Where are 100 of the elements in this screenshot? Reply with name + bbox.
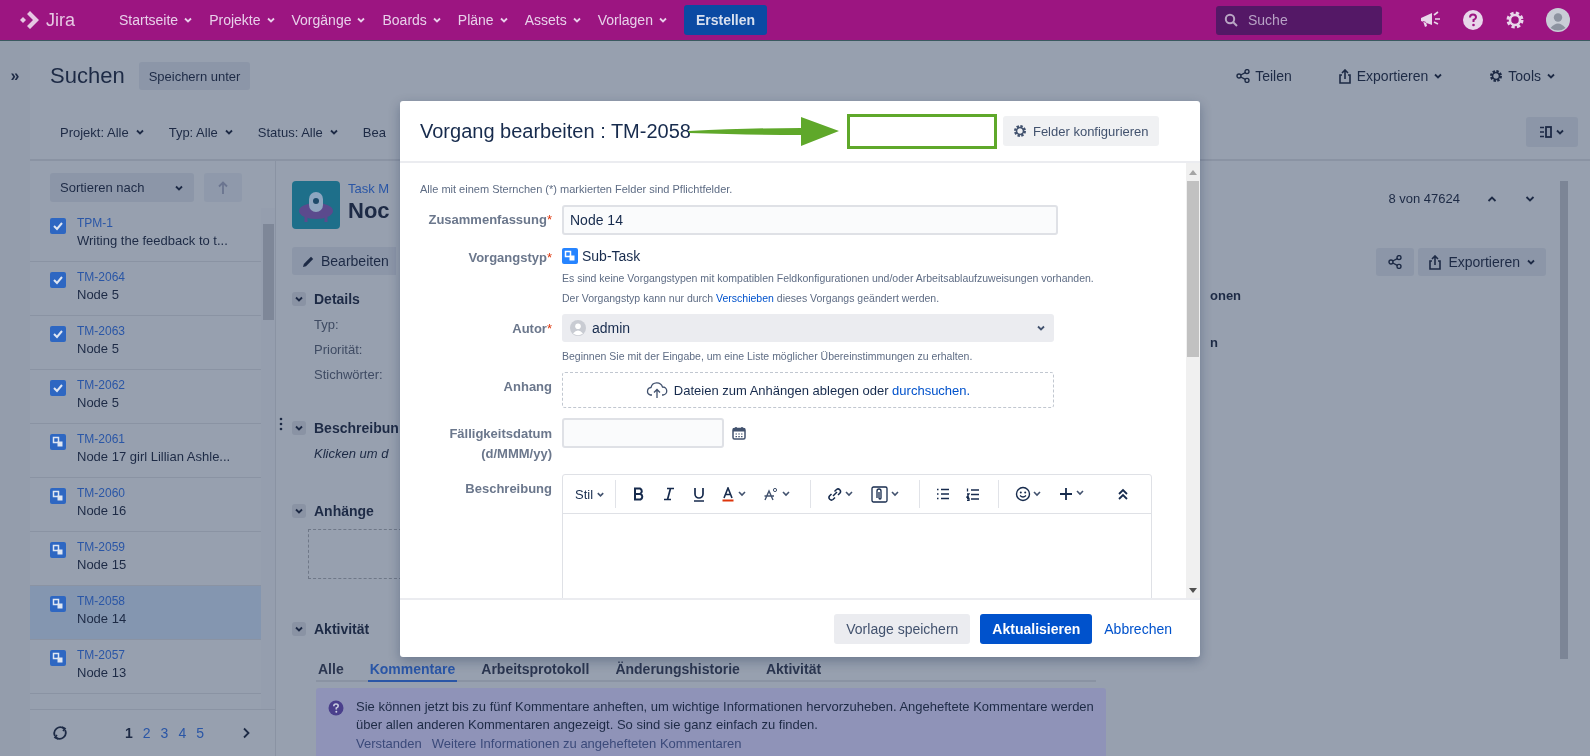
export-button[interactable]: Exportieren bbox=[1418, 248, 1546, 276]
issue-key[interactable]: TM-2063 bbox=[77, 324, 126, 338]
sort-dropdown[interactable]: Sortieren nach bbox=[50, 173, 194, 202]
nav-menu[interactable]: Vorlagen bbox=[591, 5, 674, 35]
banner-link[interactable]: Verstanden bbox=[356, 736, 422, 751]
scrollbar[interactable] bbox=[1560, 181, 1568, 659]
field-label: Vorgangstyp bbox=[468, 250, 547, 265]
project-avatar-icon bbox=[292, 181, 340, 229]
activity-tab[interactable]: Kommentare bbox=[367, 659, 458, 682]
search-input[interactable]: Suche bbox=[1248, 12, 1368, 28]
sidebar-expand-button[interactable]: » bbox=[10, 67, 20, 87]
avatar-icon[interactable] bbox=[1546, 8, 1570, 32]
required-note: Alle mit einem Sternchen (*) markierten Felder sind Pflichtfelder. bbox=[420, 183, 734, 195]
search-field[interactable]: Suche bbox=[1216, 5, 1382, 35]
attachment-icon[interactable] bbox=[871, 485, 902, 503]
author-select[interactable]: admin bbox=[562, 314, 1054, 342]
nav-menu[interactable]: Pläne bbox=[451, 5, 515, 35]
italic-icon[interactable] bbox=[662, 487, 677, 501]
share-button[interactable] bbox=[1376, 248, 1415, 276]
filter-dropdown[interactable]: Projekt: Alle bbox=[56, 124, 149, 140]
link-icon[interactable] bbox=[827, 486, 856, 502]
result-item[interactable]: TPM-1 Writing the feedback to t... bbox=[30, 208, 261, 262]
text-style-dropdown[interactable]: Stil bbox=[575, 486, 606, 502]
header-action-button[interactable]: Teilen bbox=[1230, 67, 1298, 85]
nav-menu[interactable]: Vorgänge bbox=[285, 5, 373, 35]
date-input[interactable] bbox=[562, 418, 724, 448]
scrollbar[interactable] bbox=[1186, 163, 1200, 598]
update-button[interactable]: Aktualisieren bbox=[980, 613, 1093, 644]
activity-tab[interactable]: Aktivität bbox=[763, 659, 824, 680]
section-header[interactable]: Aktivität bbox=[292, 621, 402, 637]
issue-key[interactable]: TM-2062 bbox=[77, 378, 126, 392]
attachment-drop-zone[interactable]: Dateien zum Anhängen ablegen oder durchsuchen. bbox=[562, 372, 1054, 408]
drag-handle-icon[interactable] bbox=[279, 417, 283, 431]
calendar-icon[interactable] bbox=[732, 426, 746, 440]
issue-key[interactable]: TPM-1 bbox=[77, 216, 228, 230]
search-icon[interactable] bbox=[1224, 13, 1238, 27]
header-action-button[interactable]: Tools bbox=[1483, 67, 1562, 85]
section-header[interactable]: Beschreibun bbox=[292, 420, 402, 436]
save-template-button[interactable]: Vorlage speichern bbox=[834, 613, 971, 644]
collapse-icon[interactable] bbox=[1117, 487, 1129, 501]
subtask-icon bbox=[50, 542, 66, 558]
nav-menu[interactable]: Startseite bbox=[113, 5, 200, 35]
nav-menu[interactable]: Assets bbox=[518, 5, 588, 35]
activity-tab[interactable]: Arbeitsprotokoll bbox=[479, 659, 592, 680]
page-link[interactable]: 4 bbox=[178, 725, 187, 741]
page-link[interactable]: 2 bbox=[142, 725, 151, 741]
chevron-down-icon bbox=[571, 15, 582, 25]
field-label: Beschreibung bbox=[465, 481, 552, 496]
description-placeholder[interactable]: Klicken um d bbox=[292, 446, 402, 461]
filter-dropdown[interactable]: Bea bbox=[358, 124, 390, 140]
issue-key[interactable]: TM-2061 bbox=[77, 432, 231, 446]
filter-dropdown[interactable]: Typ: Alle bbox=[164, 124, 238, 140]
jira-logo-icon[interactable] bbox=[20, 10, 40, 30]
banner-link[interactable]: Weitere Informationen zu angehefteten Kommentaren bbox=[431, 736, 742, 751]
scroll-down-icon[interactable] bbox=[1189, 588, 1197, 594]
browse-link[interactable]: durchsuchen. bbox=[892, 382, 971, 398]
next-page-icon[interactable] bbox=[241, 727, 251, 739]
cancel-link[interactable]: Abbrechen bbox=[1104, 620, 1172, 637]
result-item[interactable]: TM-2057 Node 13 bbox=[30, 640, 261, 694]
emoji-icon[interactable] bbox=[1015, 486, 1044, 502]
nav-menu[interactable]: Boards bbox=[376, 5, 448, 35]
summary-input[interactable]: Node 14 bbox=[562, 205, 1058, 235]
activity-tab[interactable]: Änderungshistorie bbox=[613, 659, 742, 680]
configure-fields-button[interactable]: Felder konfigurieren bbox=[1002, 116, 1159, 146]
issue-key[interactable]: TM-2060 bbox=[77, 486, 127, 500]
issue-key[interactable]: TM-2059 bbox=[77, 540, 127, 554]
share-icon bbox=[1236, 69, 1251, 83]
page-link[interactable]: 5 bbox=[196, 725, 204, 741]
nav-menu[interactable]: Projekte bbox=[203, 5, 282, 35]
text-color-icon[interactable] bbox=[722, 486, 749, 502]
create-button[interactable]: Erstellen bbox=[683, 5, 768, 35]
refresh-icon[interactable] bbox=[52, 725, 68, 741]
result-item[interactable]: TM-2058 Node 14 bbox=[30, 586, 261, 640]
issue-key[interactable]: TM-2064 bbox=[77, 270, 126, 284]
section-header[interactable]: Anhänge bbox=[292, 503, 402, 519]
bullet-list-icon[interactable] bbox=[936, 488, 951, 500]
move-link[interactable]: Verschieben bbox=[716, 292, 774, 304]
result-item[interactable]: TM-2062 Node 5 bbox=[30, 370, 261, 424]
project-link[interactable]: Task M bbox=[348, 181, 390, 196]
result-item[interactable]: TM-2061 Node 17 girl Lillian Ashle... bbox=[30, 424, 261, 478]
section-header[interactable]: Details bbox=[292, 291, 402, 307]
numbered-list-icon[interactable] bbox=[966, 487, 981, 501]
activity-tab[interactable]: Alle bbox=[316, 659, 346, 680]
save-as-button[interactable]: Speichern unter bbox=[138, 62, 251, 90]
chevron-down-icon bbox=[1036, 323, 1046, 333]
result-item[interactable]: TM-2063 Node 5 bbox=[30, 316, 261, 370]
settings-icon[interactable] bbox=[1504, 9, 1526, 31]
help-icon[interactable] bbox=[1462, 9, 1484, 31]
page-link[interactable]: 1 bbox=[125, 725, 133, 741]
logo-text[interactable]: Jira bbox=[46, 9, 75, 31]
underline-icon[interactable] bbox=[692, 486, 707, 502]
result-item[interactable]: TM-2060 Node 16 bbox=[30, 478, 261, 532]
page-link[interactable]: 3 bbox=[160, 725, 169, 741]
header-action-button[interactable]: Exportieren bbox=[1331, 67, 1450, 85]
layout-switch-button[interactable] bbox=[1526, 117, 1578, 147]
text-format-icon[interactable] bbox=[764, 486, 793, 502]
issue-key[interactable]: TM-2057 bbox=[77, 648, 127, 662]
filter-dropdown[interactable]: Status: Alle bbox=[253, 124, 343, 140]
result-item[interactable]: TM-2064 Node 5 bbox=[30, 262, 261, 316]
edit-button[interactable]: Bearbeiten bbox=[292, 247, 396, 275]
